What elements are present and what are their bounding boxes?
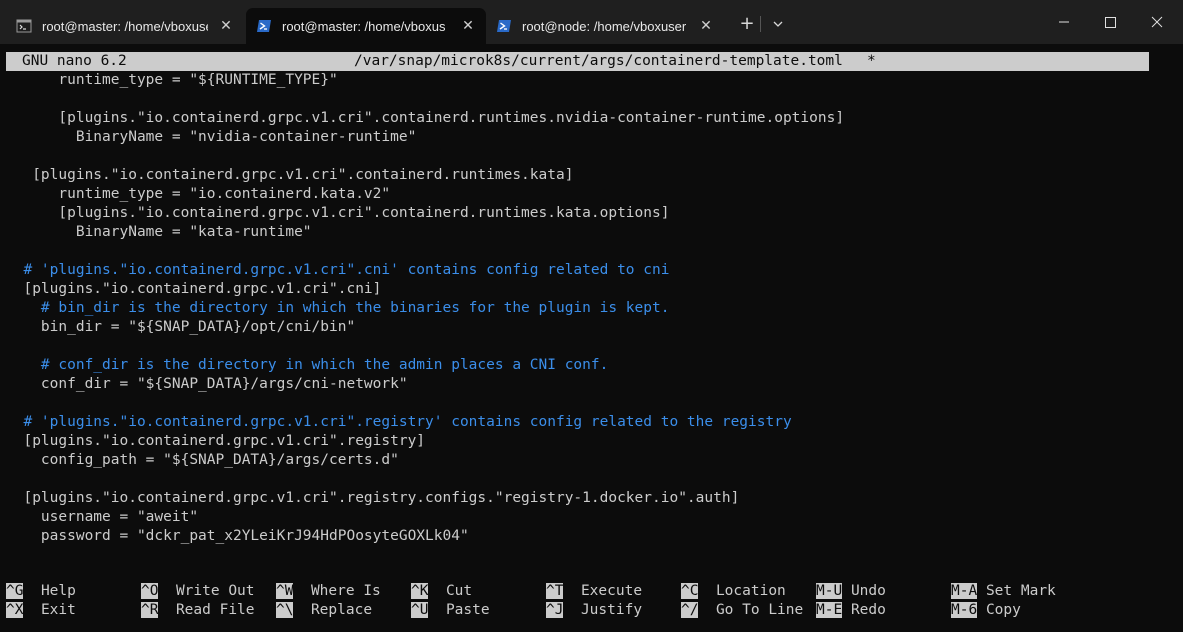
- shortcut-label: Justify: [580, 602, 643, 618]
- shortcut-help: ^G Help: [6, 582, 76, 601]
- shortcut-justify: ^J Justify: [546, 601, 642, 620]
- shortcut-key: M-U: [816, 583, 843, 599]
- shortcut-set-mark: M-A Set Mark: [951, 582, 1056, 601]
- shortcut-label: Set Mark: [985, 583, 1056, 599]
- shortcut-key: M-6: [951, 602, 978, 618]
- title-bar: root@master: /home/vboxuse ✕ root@master…: [0, 0, 1183, 44]
- shortcut-replace: ^\ Replace: [276, 601, 372, 620]
- comment-line: # 'plugins."io.containerd.grpc.v1.cri".c…: [6, 262, 670, 278]
- code-line: [plugins."io.containerd.grpc.v1.cri".reg…: [6, 490, 740, 506]
- tab-cmd-master[interactable]: root@master: /home/vboxuse ✕: [6, 8, 244, 44]
- shortcut-label: Write Out: [175, 583, 255, 599]
- maximize-icon[interactable]: [1087, 0, 1133, 44]
- code-line: conf_dir = "${SNAP_DATA}/args/cni-networ…: [6, 376, 408, 392]
- code-line: config_path = "${SNAP_DATA}/args/certs.d…: [6, 452, 399, 468]
- shortcut-copy: M-6 Copy: [951, 601, 1021, 620]
- code-line: BinaryName = "kata-runtime": [6, 224, 312, 240]
- code-line: username = "aweit": [6, 509, 199, 525]
- shortcut-label: Exit: [40, 602, 76, 618]
- tab-title: root@master: /home/vboxuse: [42, 18, 208, 34]
- shortcut-key: ^K: [411, 583, 429, 599]
- shortcut-key: ^J: [546, 602, 564, 618]
- code-line: [plugins."io.containerd.grpc.v1.cri".con…: [6, 205, 670, 221]
- nano-version: GNU nano 6.2: [22, 53, 127, 69]
- shortcut-key: ^\: [276, 602, 294, 618]
- shortcut-label: Where Is: [310, 583, 381, 599]
- comment-line: # bin_dir is the directory in which the …: [6, 300, 670, 316]
- shortcut-label: Cut: [445, 583, 473, 599]
- file-path: /var/snap/microk8s/current/args/containe…: [354, 53, 843, 69]
- tab-title: root@node: /home/vboxuser: [522, 18, 687, 34]
- code-line: bin_dir = "${SNAP_DATA}/opt/cni/bin": [6, 319, 356, 335]
- code-line: [plugins."io.containerd.grpc.v1.cri".cni…: [6, 281, 382, 297]
- terminal-pane[interactable]: GNU nano 6.2 /var/snap/microk8s/current/…: [0, 44, 1183, 632]
- shortcut-key: ^T: [546, 583, 564, 599]
- shortcut-label: Redo: [850, 602, 886, 618]
- powershell-icon: [497, 20, 511, 32]
- shortcut-cut: ^K Cut: [411, 582, 472, 601]
- shortcut-label: Copy: [985, 602, 1021, 618]
- shortcut-label: Replace: [310, 602, 373, 618]
- shortcut-key: ^U: [411, 602, 429, 618]
- shortcut-key: ^O: [141, 583, 159, 599]
- comment-line: # conf_dir is the directory in which the…: [6, 357, 609, 373]
- code-line: runtime_type = "${RUNTIME_TYPE}": [6, 72, 338, 88]
- tab-title: root@master: /home/vboxuse: [282, 18, 446, 34]
- shortcut-key: ^/: [681, 602, 699, 618]
- powershell-icon: [257, 20, 271, 32]
- code-line: [plugins."io.containerd.grpc.v1.cri".con…: [6, 110, 845, 126]
- shortcut-key: ^G: [6, 583, 24, 599]
- shortcut-key: M-E: [816, 602, 843, 618]
- tab-powershell-node[interactable]: root@node: /home/vboxuser ✕: [486, 8, 724, 44]
- shortcut-key: ^X: [6, 602, 24, 618]
- code-line: [plugins."io.containerd.grpc.v1.cri".con…: [6, 167, 574, 183]
- shortcut-undo: M-U Undo: [816, 582, 886, 601]
- close-tab-icon[interactable]: ✕: [218, 18, 234, 34]
- shortcut-label: Undo: [850, 583, 886, 599]
- close-tab-icon[interactable]: ✕: [460, 18, 476, 34]
- shortcut-redo: M-E Redo: [816, 601, 886, 620]
- shortcut-label: Location: [715, 583, 786, 599]
- shortcut-write-out: ^O Write Out: [141, 582, 255, 601]
- shortcut-location: ^C Location: [681, 582, 786, 601]
- code-line: BinaryName = "nvidia-container-runtime": [6, 129, 417, 145]
- shortcut-where-is: ^W Where Is: [276, 582, 381, 601]
- nano-title-bar: GNU nano 6.2 /var/snap/microk8s/current/…: [6, 52, 1149, 71]
- shortcut-exit: ^X Exit: [6, 601, 76, 620]
- shortcut-paste: ^U Paste: [411, 601, 490, 620]
- shortcut-execute: ^T Execute: [546, 582, 642, 601]
- tab-powershell-master[interactable]: root@master: /home/vboxuse ✕: [246, 8, 486, 44]
- close-window-icon[interactable]: [1133, 0, 1179, 44]
- modified-indicator: *: [867, 53, 876, 69]
- shortcut-key: ^W: [276, 583, 294, 599]
- minimize-icon[interactable]: [1041, 0, 1087, 44]
- code-line: runtime_type = "io.containerd.kata.v2": [6, 186, 391, 202]
- shortcut-label: Execute: [580, 583, 643, 599]
- shortcut-label: Go To Line: [715, 602, 804, 618]
- new-tab-button[interactable]: +: [737, 14, 757, 34]
- tab-separator: [760, 16, 761, 32]
- shortcut-label: Help: [40, 583, 76, 599]
- comment-line: # 'plugins."io.containerd.grpc.v1.cri".r…: [6, 414, 792, 430]
- chevron-down-icon[interactable]: [768, 14, 788, 34]
- code-line: password = "dckr_pat_x2YLeiKrJ94HdPOosyt…: [6, 528, 469, 544]
- close-tab-icon[interactable]: ✕: [698, 18, 714, 34]
- cmd-terminal-icon: [16, 19, 32, 33]
- shortcut-label: Paste: [445, 602, 490, 618]
- shortcut-key: ^C: [681, 583, 699, 599]
- shortcut-key: M-A: [951, 583, 978, 599]
- shortcut-label: Read File: [175, 602, 255, 618]
- shortcut-go-to-line: ^/ Go To Line: [681, 601, 803, 620]
- shortcut-key: ^R: [141, 602, 159, 618]
- code-line: [plugins."io.containerd.grpc.v1.cri".reg…: [6, 433, 426, 449]
- shortcut-read-file: ^R Read File: [141, 601, 255, 620]
